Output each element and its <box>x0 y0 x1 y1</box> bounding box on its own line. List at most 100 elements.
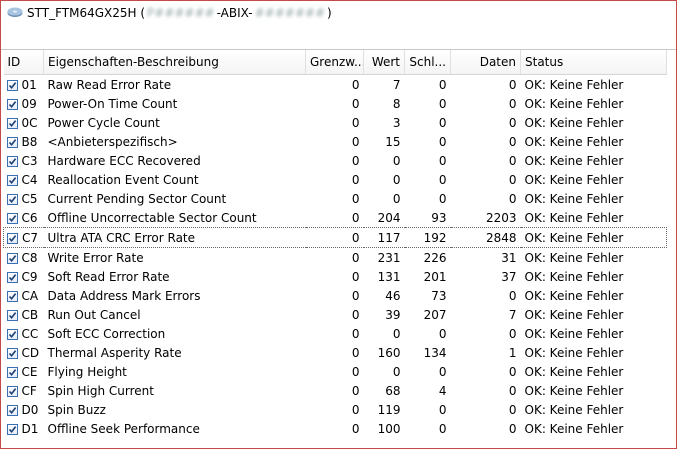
checkbox-checked-icon[interactable] <box>6 212 18 224</box>
spacer <box>1 25 676 50</box>
column-header-data[interactable]: Daten <box>450 50 521 75</box>
checkbox-checked-icon[interactable] <box>7 232 18 244</box>
attribute-id-cell: C9 <box>4 267 44 286</box>
column-header-threshold[interactable]: Grenzw... <box>305 50 364 75</box>
attribute-value: 231 <box>377 250 401 265</box>
table-row[interactable]: CD Thermal Asperity Rate 0 160 134 1 OK: Keine… <box>4 343 667 362</box>
smart-window: STT_FTM64GX25H (P###### -ABIX- #######) ID… <box>0 0 677 449</box>
table-row[interactable]: CC Soft ECC Correction 0 0 0 0 OK: Keine Fehle… <box>4 324 667 343</box>
table-row[interactable]: B8 <Anbieterspezifisch> 0 15 0 0 OK: Keine Feh… <box>4 132 667 151</box>
attribute-id-cell: D1 <box>4 419 44 438</box>
attribute-worst: 0 <box>438 96 447 111</box>
drive-serial-blurred: P###### <box>147 6 215 20</box>
table-row[interactable]: C4 Reallocation Event Count 0 0 0 0 OK: Keine … <box>4 170 667 189</box>
attribute-data: 0 <box>508 153 517 168</box>
checkbox-checked-icon[interactable] <box>6 79 18 91</box>
checkbox-checked-icon[interactable] <box>6 98 18 110</box>
attribute-id-cell: 01 <box>4 75 44 95</box>
attribute-id: CF <box>21 383 37 398</box>
attribute-id-cell: 0C <box>4 113 44 132</box>
table-row[interactable]: 01 Raw Read Error Rate 0 7 0 0 OK: Keine Fehle… <box>4 75 667 95</box>
table-row[interactable]: C6 Offline Uncorrectable Sector Count 0 204… <box>4 208 667 228</box>
attribute-id: C5 <box>21 191 38 206</box>
attribute-value: 100 <box>377 421 401 436</box>
attribute-status: OK: Keine Fehler <box>524 115 624 130</box>
column-header-worst[interactable]: Schl... <box>404 50 451 75</box>
checkbox-checked-icon[interactable] <box>6 385 18 397</box>
column-header-description[interactable]: Eigenschaften-Beschreibung <box>43 50 306 75</box>
attribute-threshold: 0 <box>351 288 360 303</box>
table-row[interactable]: C7 Ultra ATA CRC Error Rate 0 117 192 2848 OK:… <box>3 227 667 248</box>
attribute-status: OK: Keine Fehler <box>524 153 624 168</box>
checkbox-checked-icon[interactable] <box>6 404 18 416</box>
table-row[interactable]: 09 Power-On Time Count 0 8 0 0 OK: Keine Fehle… <box>4 94 667 113</box>
table-row[interactable]: C5 Current Pending Sector Count 0 0 0 0 OK: Ke… <box>4 189 667 208</box>
attribute-value: 7 <box>392 77 401 92</box>
attribute-worst: 73 <box>431 288 447 303</box>
table-row[interactable]: C8 Write Error Rate 0 231 226 31 OK: Keine Feh… <box>4 248 667 268</box>
checkbox-checked-icon[interactable] <box>6 347 18 359</box>
attribute-worst: 93 <box>431 210 447 225</box>
checkbox-checked-icon[interactable] <box>6 155 18 167</box>
attribute-id-cell: C3 <box>4 151 44 170</box>
table-row[interactable]: C9 Soft Read Error Rate 0 131 201 37 OK: Keine… <box>4 267 667 286</box>
attribute-worst: 192 <box>404 227 451 248</box>
attribute-worst: 0 <box>438 77 447 92</box>
attribute-status: OK: Keine Fehler <box>524 288 624 303</box>
table-row[interactable]: D0 Spin Buzz 0 119 0 0 OK: Keine Fehler <box>4 400 667 419</box>
attribute-id: C7 <box>22 230 39 245</box>
attribute-description: Power Cycle Count <box>47 115 160 130</box>
table-row[interactable]: CE Flying Height 0 0 0 0 OK: Keine Fehler <box>4 362 667 381</box>
attribute-id: 0C <box>21 115 38 130</box>
attribute-id: 01 <box>21 77 37 92</box>
attribute-value: 119 <box>377 402 401 417</box>
table-row[interactable]: CF Spin High Current 0 68 4 0 OK: Keine Fehler <box>4 381 667 400</box>
attribute-threshold: 0 <box>351 96 360 111</box>
attribute-status: OK: Keine Fehler <box>524 364 624 379</box>
column-header-value[interactable]: Wert <box>363 50 405 75</box>
attribute-id-cell: CD <box>4 343 44 362</box>
attribute-description: Thermal Asperity Rate <box>47 345 182 360</box>
attribute-status: OK: Keine Fehler <box>524 402 624 417</box>
checkbox-checked-icon[interactable] <box>6 366 18 378</box>
attribute-id-cell: CC <box>4 324 44 343</box>
drive-serial-blurred-2: ####### <box>254 6 325 20</box>
table-row[interactable]: CB Run Out Cancel 0 39 207 7 OK: Keine Fehler <box>4 305 667 324</box>
column-header-id[interactable]: ID <box>3 50 44 75</box>
attribute-worst: 0 <box>438 421 447 436</box>
attribute-description: Run Out Cancel <box>47 307 141 322</box>
attribute-threshold: 0 <box>351 134 360 149</box>
attribute-id-cell: C6 <box>4 208 44 228</box>
attribute-worst: 0 <box>438 326 447 341</box>
checkbox-checked-icon[interactable] <box>6 252 18 264</box>
attribute-id: CE <box>21 364 38 379</box>
attribute-data: 0 <box>508 77 517 92</box>
checkbox-checked-icon[interactable] <box>6 328 18 340</box>
attribute-threshold: 0 <box>351 210 360 225</box>
table-header-row: ID Eigenschaften-Beschreibung Grenzw... … <box>3 50 667 75</box>
checkbox-checked-icon[interactable] <box>6 290 18 302</box>
attribute-data: 0 <box>508 402 517 417</box>
attribute-status: OK: Keine Fehler <box>524 421 624 436</box>
table-row[interactable]: CA Data Address Mark Errors 0 46 73 0 OK: Kein… <box>4 286 667 305</box>
checkbox-checked-icon[interactable] <box>6 423 18 435</box>
checkbox-checked-icon[interactable] <box>6 193 18 205</box>
drive-serial-mid: -ABIX- <box>216 6 253 20</box>
checkbox-checked-icon[interactable] <box>6 309 18 321</box>
table-row[interactable]: 0C Power Cycle Count 0 3 0 0 OK: Keine Fehler <box>4 113 667 132</box>
attribute-data: 1 <box>508 345 517 360</box>
attribute-value: 117 <box>363 227 405 248</box>
attribute-description: Spin High Current <box>47 383 154 398</box>
drive-title-bar: STT_FTM64GX25H (P###### -ABIX- #######) <box>1 1 676 25</box>
attribute-worst: 226 <box>423 250 447 265</box>
checkbox-checked-icon[interactable] <box>6 117 18 129</box>
attribute-data: 0 <box>508 96 517 111</box>
attribute-description: Raw Read Error Rate <box>47 77 172 92</box>
checkbox-checked-icon[interactable] <box>6 271 18 283</box>
attribute-id: C3 <box>21 153 38 168</box>
column-header-status[interactable]: Status <box>520 50 667 75</box>
checkbox-checked-icon[interactable] <box>6 174 18 186</box>
table-row[interactable]: C3 Hardware ECC Recovered 0 0 0 0 OK: Keine Fe… <box>4 151 667 170</box>
checkbox-checked-icon[interactable] <box>6 136 18 148</box>
table-row[interactable]: D1 Offline Seek Performance 0 100 0 0 OK: Kein… <box>4 419 667 438</box>
